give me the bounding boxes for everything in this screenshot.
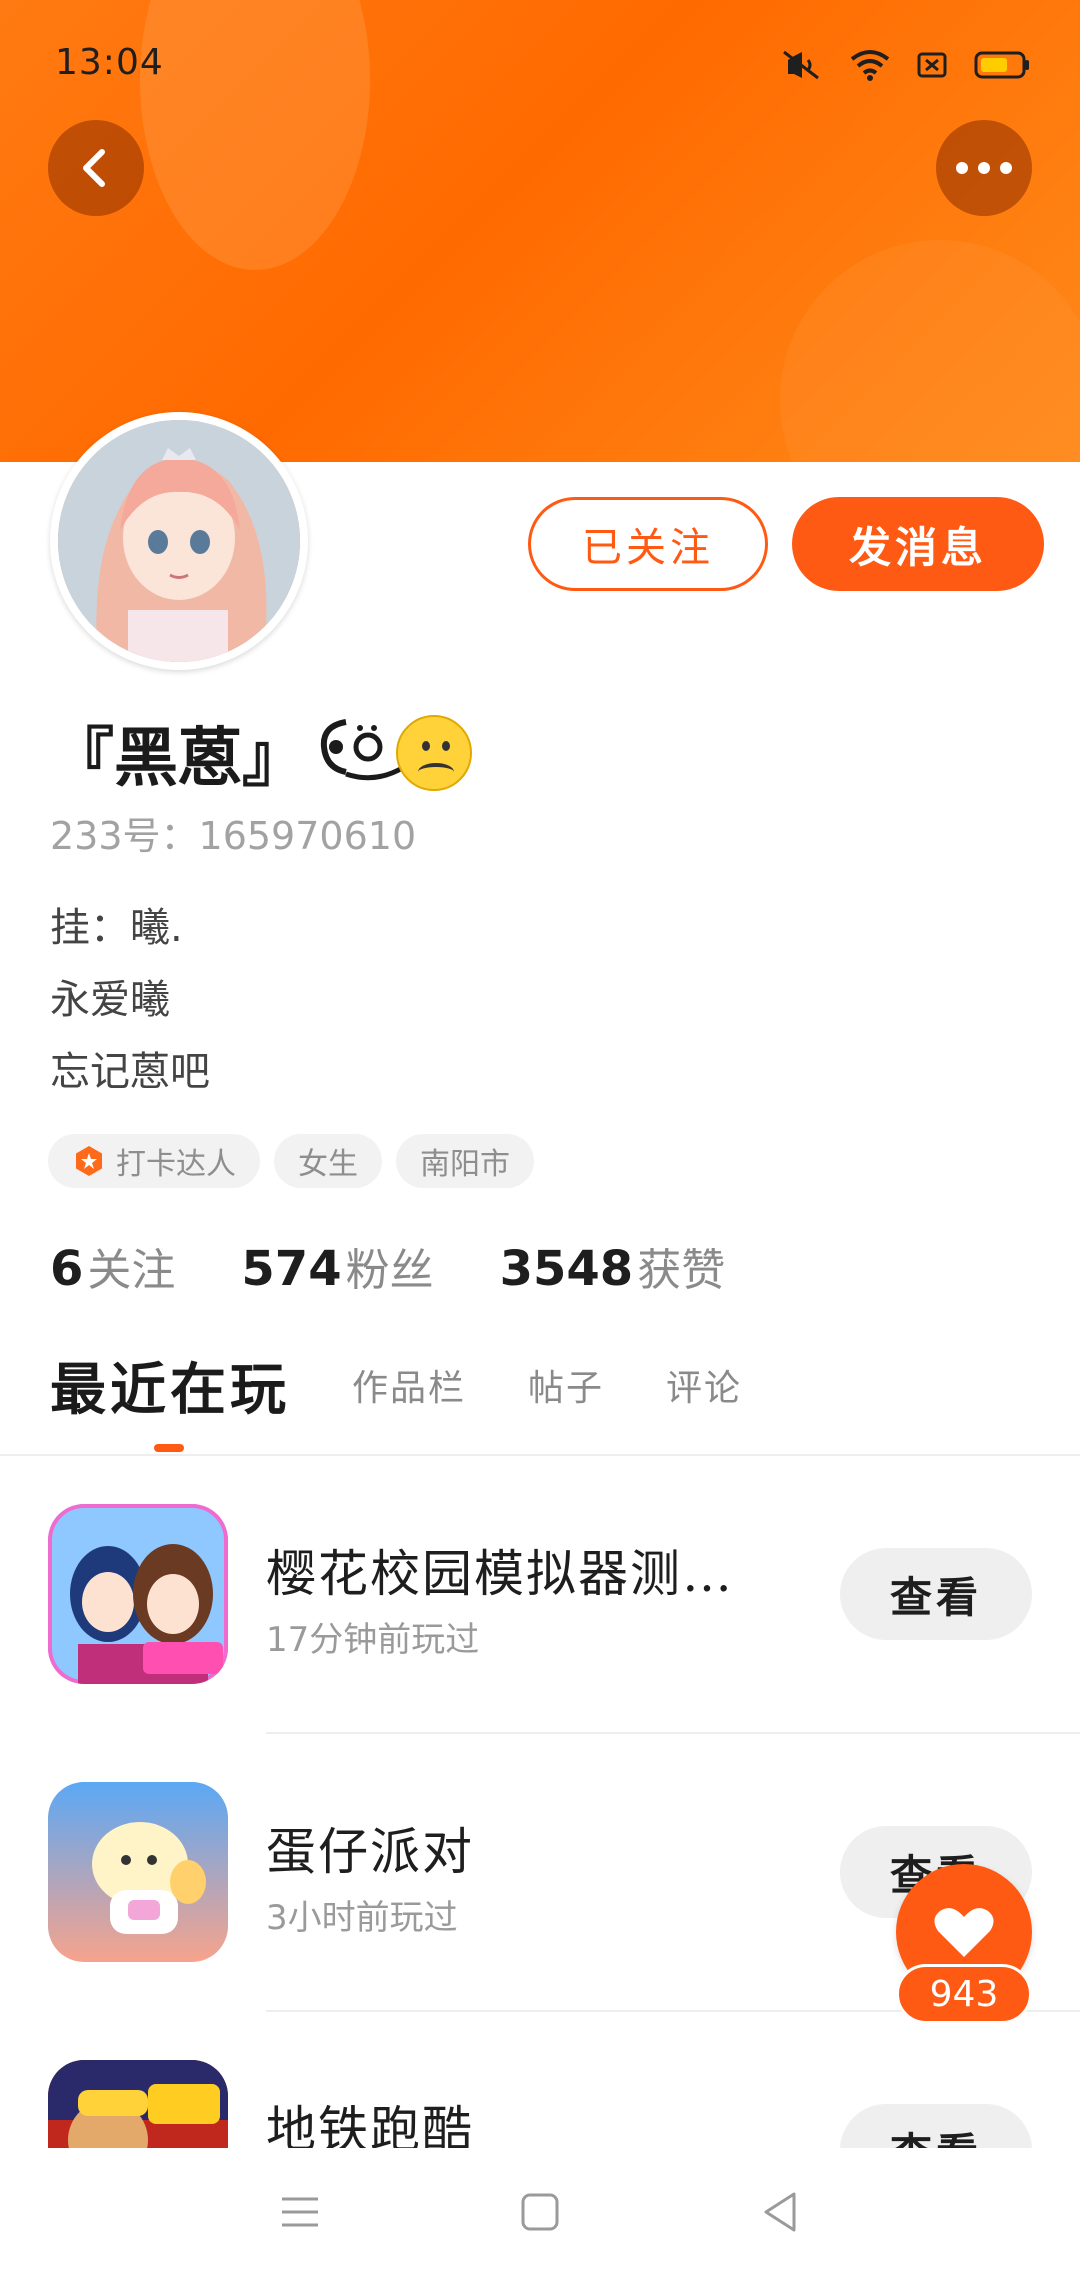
wifi-icon bbox=[850, 49, 890, 81]
profile-page: 13:04 已关注 发消息 『黑蒽』 233号：165970610 挂：曦. 永… bbox=[0, 0, 1080, 2280]
tab-posts[interactable]: 帖子 bbox=[528, 1359, 604, 1411]
user-id: 233号：165970610 bbox=[50, 814, 417, 858]
tab-indicator bbox=[154, 1444, 184, 1452]
profile-tabs: 最近在玩 作品栏 帖子 评论 bbox=[50, 1340, 742, 1430]
bio-line: 永爱曦 bbox=[50, 977, 170, 1023]
bio-line: 挂：曦. bbox=[50, 905, 183, 951]
stat-number: 574 bbox=[241, 1241, 342, 1297]
heart-icon bbox=[934, 1908, 994, 1957]
stat-followers[interactable]: 574粉丝 bbox=[241, 1234, 433, 1298]
user-name: 『黑蒽』 bbox=[50, 721, 306, 796]
game-icon-sakura bbox=[48, 1504, 228, 1684]
view-button[interactable]: 查看 bbox=[840, 2104, 1032, 2148]
tab-comments[interactable]: 评论 bbox=[666, 1359, 742, 1411]
avatar-image bbox=[58, 420, 300, 662]
tab-recently-played[interactable]: 最近在玩 bbox=[50, 1345, 290, 1426]
chevron-left-icon bbox=[83, 149, 105, 187]
back-button[interactable] bbox=[48, 120, 144, 216]
status-time: 13:04 bbox=[55, 42, 164, 83]
divider bbox=[266, 1732, 1080, 1734]
nav-back-icon[interactable] bbox=[760, 2190, 800, 2238]
stat-likes[interactable]: 3548获赞 bbox=[500, 1234, 726, 1298]
more-button[interactable] bbox=[936, 120, 1032, 216]
sim-icon bbox=[916, 49, 948, 81]
home-icon[interactable] bbox=[520, 2192, 560, 2236]
game-title: 蛋仔派对 bbox=[266, 1823, 474, 1881]
tag-location: 南阳市 bbox=[396, 1134, 534, 1188]
divider bbox=[0, 1454, 1080, 1456]
list-item[interactable]: 樱花校园模拟器测… 17分钟前玩过 查看 bbox=[0, 1504, 1080, 1764]
frown-emoji-icon bbox=[396, 715, 472, 791]
tag-label: 女生 bbox=[298, 1147, 358, 1182]
more-horizontal-icon bbox=[956, 162, 1012, 174]
stat-following[interactable]: 6关注 bbox=[50, 1234, 175, 1298]
tab-works[interactable]: 作品栏 bbox=[352, 1359, 466, 1411]
stat-label: 获赞 bbox=[637, 1245, 726, 1296]
tag-label: 打卡达人 bbox=[116, 1147, 236, 1182]
game-last-played: 3小时前玩过 bbox=[266, 1898, 458, 1938]
game-title: 樱花校园模拟器测… bbox=[266, 1545, 734, 1603]
like-count: 943 bbox=[896, 1964, 1032, 2024]
system-nav-bar bbox=[0, 2148, 1080, 2280]
status-bar: 13:04 bbox=[0, 0, 1080, 130]
view-button[interactable]: 查看 bbox=[840, 1548, 1032, 1640]
name-row: 『黑蒽』 bbox=[50, 708, 472, 798]
tag-checkin[interactable]: 打卡达人 bbox=[48, 1134, 260, 1188]
game-icon-subway-surfers bbox=[48, 2060, 228, 2148]
followed-button[interactable]: 已关注 bbox=[528, 497, 768, 591]
menu-icon[interactable] bbox=[280, 2195, 320, 2233]
send-message-button[interactable]: 发消息 bbox=[792, 497, 1044, 591]
game-last-played: 17分钟前玩过 bbox=[266, 1620, 480, 1660]
game-title: 地铁跑酷 bbox=[266, 2101, 474, 2148]
stat-label: 粉丝 bbox=[345, 1245, 434, 1296]
battery-icon bbox=[974, 50, 1030, 80]
bio: 挂：曦. 永爱曦 忘记蒽吧 bbox=[50, 892, 210, 1108]
tag-gender: 女生 bbox=[274, 1134, 382, 1188]
bio-line: 忘记蒽吧 bbox=[50, 1049, 210, 1095]
stat-number: 6 bbox=[50, 1241, 84, 1297]
avatar[interactable] bbox=[50, 412, 308, 670]
list-item[interactable]: 地铁跑酷 查看 bbox=[0, 2060, 1080, 2148]
profile-stats: 6关注 574粉丝 3548获赞 bbox=[50, 1234, 725, 1298]
stat-number: 3548 bbox=[499, 1241, 634, 1297]
checkin-badge-icon bbox=[76, 1146, 102, 1176]
profile-tags: 打卡达人 女生 南阳市 bbox=[48, 1134, 534, 1188]
game-icon-eggy-party bbox=[48, 1782, 228, 1962]
kaomoji-emoji bbox=[316, 712, 406, 795]
status-icons bbox=[780, 48, 1030, 82]
mute-icon bbox=[780, 48, 824, 82]
stat-label: 关注 bbox=[87, 1245, 176, 1296]
tag-label: 南阳市 bbox=[420, 1147, 510, 1182]
